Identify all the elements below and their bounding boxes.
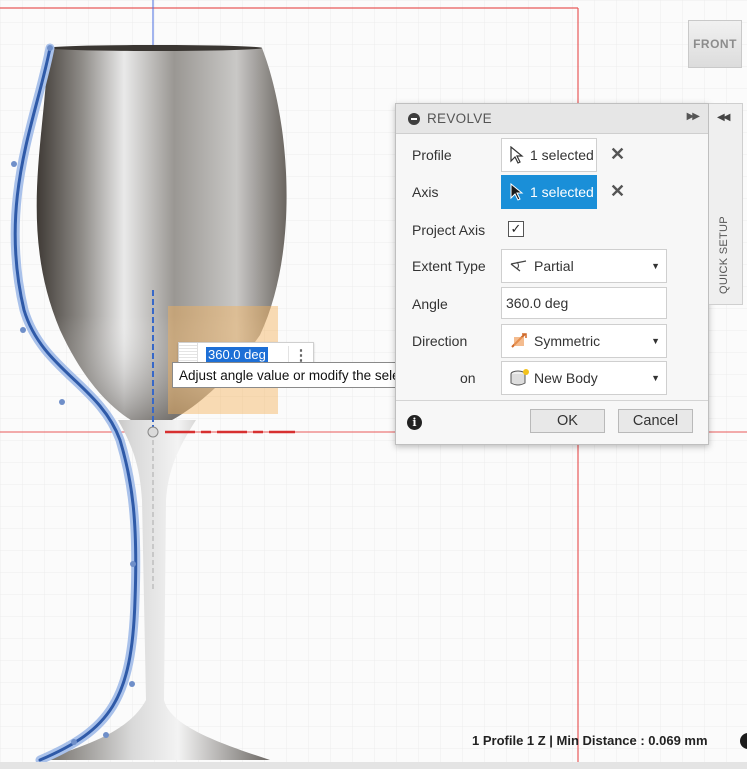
profile-label: Profile bbox=[412, 147, 452, 163]
info-icon[interactable]: i bbox=[407, 415, 422, 430]
profile-select-value: 1 selected bbox=[530, 147, 594, 163]
collapse-circle-icon[interactable] bbox=[408, 112, 420, 125]
dialog-title: REVOLVE bbox=[427, 111, 492, 126]
bottom-strip bbox=[0, 762, 747, 769]
clear-axis-icon[interactable]: ✕ bbox=[610, 181, 625, 202]
footer-divider bbox=[396, 400, 708, 401]
project-axis-label: Project Axis bbox=[412, 222, 486, 238]
symmetric-icon bbox=[511, 333, 527, 348]
operation-label: on bbox=[460, 370, 476, 386]
angle-canvas-value[interactable]: 360.0 deg bbox=[206, 347, 268, 362]
angle-row: Angle 360.0 deg bbox=[396, 287, 708, 321]
cursor-icon bbox=[510, 183, 524, 201]
profile-select-button[interactable]: 1 selected bbox=[501, 138, 597, 172]
quick-setup-label: QUICK SETUP bbox=[717, 216, 730, 294]
collapse-arrows-icon[interactable]: ◀◀ bbox=[717, 112, 730, 123]
extent-type-dropdown[interactable]: Partial ▼ bbox=[501, 249, 667, 283]
direction-value: Symmetric bbox=[534, 333, 601, 349]
project-axis-row: Project Axis ✓ bbox=[396, 213, 708, 247]
direction-label: Direction bbox=[412, 333, 468, 349]
partial-angle-icon bbox=[510, 260, 527, 272]
ok-button[interactable]: OK bbox=[530, 409, 605, 433]
revolve-dialog: REVOLVE ▶▶ Profile 1 selected ✕ Axis 1 s… bbox=[395, 103, 709, 445]
extent-type-value: Partial bbox=[534, 258, 574, 274]
cursor-icon bbox=[510, 146, 524, 164]
expand-arrows-icon[interactable]: ▶▶ bbox=[687, 111, 700, 122]
view-cube[interactable]: FRONT bbox=[688, 20, 742, 68]
operation-dropdown[interactable]: New Body ▼ bbox=[501, 361, 667, 395]
view-cube-face-label: FRONT bbox=[693, 37, 737, 51]
axis-select-value: 1 selected bbox=[530, 184, 594, 200]
axis-select-button[interactable]: 1 selected bbox=[501, 175, 597, 209]
cancel-button[interactable]: Cancel bbox=[618, 409, 693, 433]
direction-row: Direction Symmetric ▼ bbox=[396, 324, 708, 358]
chevron-down-icon: ▼ bbox=[651, 373, 660, 383]
angle-input[interactable]: 360.0 deg bbox=[501, 287, 667, 319]
direction-dropdown[interactable]: Symmetric ▼ bbox=[501, 324, 667, 358]
angle-label: Angle bbox=[412, 296, 448, 312]
profile-row: Profile 1 selected ✕ bbox=[396, 138, 708, 172]
chevron-down-icon: ▼ bbox=[651, 261, 660, 271]
chevron-down-icon: ▼ bbox=[651, 336, 660, 346]
operation-value: New Body bbox=[534, 370, 598, 386]
extent-type-row: Extent Type Partial ▼ bbox=[396, 249, 708, 283]
dialog-header[interactable]: REVOLVE ▶▶ bbox=[396, 104, 708, 134]
status-text: 1 Profile 1 Z | Min Distance : 0.069 mm bbox=[472, 733, 708, 748]
axis-label: Axis bbox=[412, 184, 439, 200]
operation-row: on New Body ▼ bbox=[396, 361, 708, 395]
extent-type-label: Extent Type bbox=[412, 258, 486, 274]
quick-setup-panel[interactable]: ◀◀ QUICK SETUP bbox=[709, 103, 743, 305]
project-axis-checkbox[interactable]: ✓ bbox=[508, 221, 524, 237]
new-body-icon bbox=[510, 369, 529, 386]
axis-row: Axis 1 selected ✕ bbox=[396, 175, 708, 209]
clear-profile-icon[interactable]: ✕ bbox=[610, 144, 625, 165]
